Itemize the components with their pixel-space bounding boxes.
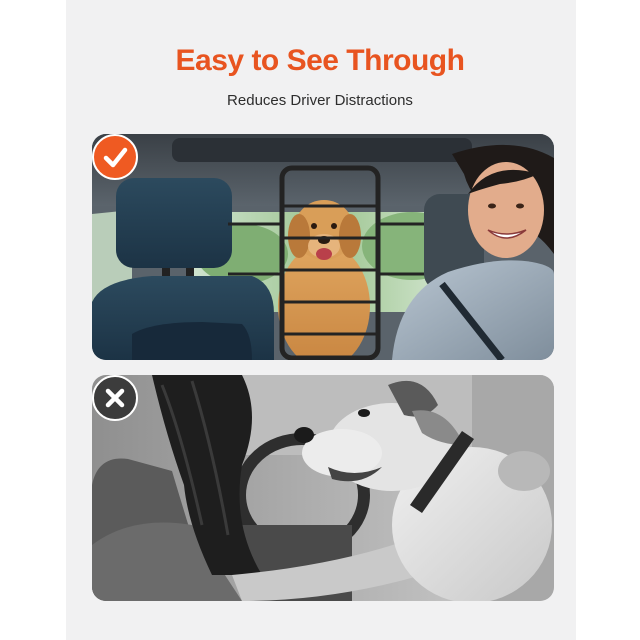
photo-with-barrier bbox=[92, 134, 554, 360]
product-feature-page: Easy to See Through Reduces Driver Distr… bbox=[0, 0, 640, 640]
feature-title: Easy to See Through bbox=[175, 44, 465, 77]
cross-icon bbox=[92, 375, 138, 421]
feature-subtitle: Reduces Driver Distractions bbox=[227, 92, 413, 109]
checkmark-icon bbox=[92, 134, 138, 180]
photo-without-barrier bbox=[92, 375, 554, 601]
